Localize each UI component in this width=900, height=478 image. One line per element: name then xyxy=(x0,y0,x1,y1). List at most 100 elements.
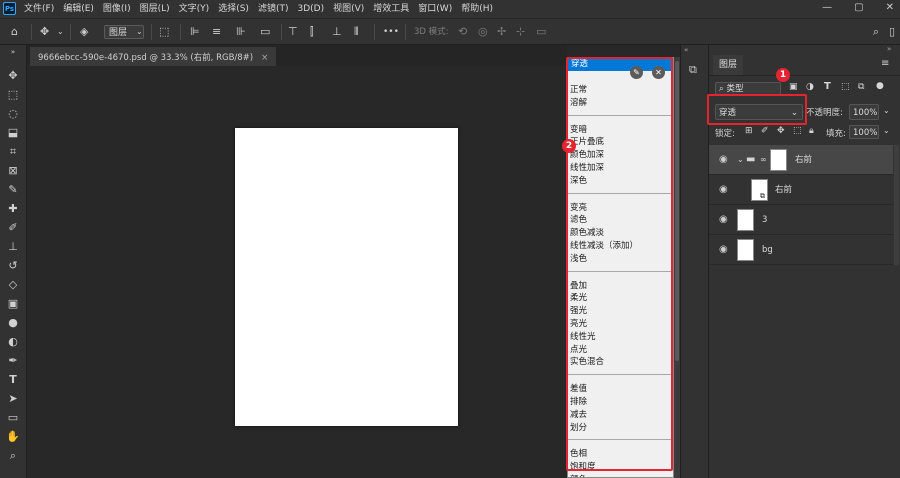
panel-menu-icon[interactable]: ≡ xyxy=(881,58,889,69)
visibility-eye-icon[interactable]: ◉ xyxy=(719,235,728,265)
pan-3d-icon[interactable]: ✢ xyxy=(497,19,506,45)
align-right-icon[interactable]: ⊪ xyxy=(236,19,246,45)
history-brush-tool-icon[interactable]: ↺ xyxy=(4,257,22,274)
close-window-button[interactable]: ✕ xyxy=(886,0,894,16)
menu-help[interactable]: 帮助(H) xyxy=(461,0,493,18)
chevron-down-icon[interactable]: ⌄ xyxy=(883,126,890,135)
menu-view[interactable]: 视图(V) xyxy=(333,0,364,18)
collapse-icon[interactable]: « xyxy=(684,46,688,54)
opacity-input[interactable]: 100% xyxy=(849,104,879,120)
collapse-icon[interactable]: » xyxy=(887,45,891,53)
more-options-icon[interactable]: ••• xyxy=(383,19,399,45)
brush-tool-icon[interactable]: ✐ xyxy=(4,219,22,236)
filter-type-icon[interactable]: T xyxy=(824,81,831,92)
document-tab[interactable]: 9666ebcc-590e-4670.psd @ 33.3% (右前, RGB/… xyxy=(30,47,277,66)
visibility-eye-icon[interactable]: ◉ xyxy=(719,205,728,235)
filter-smart-object-icon[interactable]: ⧉ xyxy=(858,82,864,92)
slide-3d-icon[interactable]: ⊹ xyxy=(516,19,525,45)
divider xyxy=(31,24,32,40)
menu-plugins[interactable]: 增效工具 xyxy=(373,0,409,18)
lock-image-icon[interactable]: ✐ xyxy=(761,126,769,136)
tab-layers[interactable]: 图层 xyxy=(713,55,744,75)
lock-artboard-icon[interactable]: ⬚ xyxy=(793,126,802,136)
document-canvas[interactable] xyxy=(235,128,458,426)
visibility-eye-icon[interactable]: ◉ xyxy=(719,145,728,175)
lasso-tool-icon[interactable]: ◌ xyxy=(4,105,22,122)
lock-position-icon[interactable]: ✥ xyxy=(777,126,785,136)
type-tool-icon[interactable]: T xyxy=(4,371,22,388)
menu-3d[interactable]: 3D(D) xyxy=(297,0,324,18)
crop-tool-icon[interactable]: ⌗ xyxy=(4,143,22,160)
minimize-button[interactable]: — xyxy=(822,0,832,16)
layer-mask-thumbnail xyxy=(770,149,787,171)
menu-filter[interactable]: 滤镜(T) xyxy=(258,0,289,18)
orbit-3d-icon[interactable]: ⟲ xyxy=(458,19,467,45)
layer-row-group[interactable]: ◉ ⌄ ▬ ∞ 右前 xyxy=(709,145,893,175)
lock-all-icon[interactable]: 🔒︎ xyxy=(809,126,814,136)
transform-controls-icon[interactable]: ⬚ xyxy=(159,19,169,45)
link-icon: ∞ xyxy=(760,155,767,164)
filter-adjustment-icon[interactable]: ◑ xyxy=(806,82,814,92)
blur-tool-icon[interactable]: ● xyxy=(4,314,22,331)
visibility-eye-icon[interactable]: ◉ xyxy=(719,175,728,205)
eyedropper-tool-icon[interactable]: ✎ xyxy=(4,181,22,198)
divider xyxy=(405,24,406,40)
collapse-icon[interactable]: » xyxy=(4,48,22,56)
gradient-tool-icon[interactable]: ▣ xyxy=(4,295,22,312)
dodge-tool-icon[interactable]: ◐ xyxy=(4,333,22,350)
marquee-tool-icon[interactable]: ⬚ xyxy=(4,86,22,103)
search-icon[interactable]: ⌕ xyxy=(873,19,879,45)
auto-select-icon[interactable]: ◈ xyxy=(80,19,88,45)
menu-layer[interactable]: 图层(L) xyxy=(140,0,170,18)
blend-option[interactable]: 颜色 xyxy=(570,474,587,477)
path-select-tool-icon[interactable]: ➤ xyxy=(4,390,22,407)
chevron-down-icon[interactable]: ⌄ xyxy=(883,106,890,115)
fill-input[interactable]: 100% xyxy=(849,125,879,139)
rectangle-tool-icon[interactable]: ▭ xyxy=(4,409,22,426)
menu-window[interactable]: 窗口(W) xyxy=(418,0,452,18)
move-tool-icon[interactable]: ✥ xyxy=(40,19,49,45)
align-top-icon[interactable]: ⊤ xyxy=(288,19,298,45)
chevron-down-icon[interactable]: ⌄ xyxy=(57,19,64,45)
filter-shape-icon[interactable]: ⬚ xyxy=(841,82,850,92)
collapsed-panel-dock: « ⧉ xyxy=(680,45,708,478)
lock-transparency-icon[interactable]: ⊞ xyxy=(745,126,753,136)
roll-3d-icon[interactable]: ◎ xyxy=(478,19,488,45)
close-tab-icon[interactable]: × xyxy=(261,53,268,63)
chevron-down-icon[interactable]: ⌄ xyxy=(737,145,744,175)
layer-row-3[interactable]: ◉ 3 xyxy=(709,205,893,235)
properties-panel-icon[interactable]: ⧉ xyxy=(689,63,697,77)
smart-object-icon: ⧉ xyxy=(760,192,765,200)
hand-tool-icon[interactable]: ✋ xyxy=(4,428,22,445)
workspace-icon[interactable]: ▯ xyxy=(889,19,895,45)
distribute-icon[interactable]: ⫴ xyxy=(354,19,359,45)
align-middle-icon[interactable]: ⫿ xyxy=(310,19,314,45)
eraser-tool-icon[interactable]: ◇ xyxy=(4,276,22,293)
menu-select[interactable]: 选择(S) xyxy=(218,0,249,18)
align-bottom-icon[interactable]: ⊥ xyxy=(332,19,342,45)
align-center-h-icon[interactable]: ≡ xyxy=(212,19,221,45)
menu-file[interactable]: 文件(F) xyxy=(24,0,54,18)
object-select-tool-icon[interactable]: ⬓ xyxy=(4,124,22,141)
align-horizontal-icon[interactable]: ▭ xyxy=(260,19,270,45)
menu-image[interactable]: 图像(I) xyxy=(103,0,131,18)
menu-type[interactable]: 文字(Y) xyxy=(179,0,210,18)
frame-tool-icon[interactable]: ⊠ xyxy=(4,162,22,179)
scale-3d-icon[interactable]: ▭ xyxy=(536,19,546,45)
layers-scrollbar[interactable] xyxy=(894,145,899,265)
scrollbar-thumb[interactable] xyxy=(675,61,679,361)
healing-brush-tool-icon[interactable]: ✚ xyxy=(4,200,22,217)
filter-pixel-icon[interactable]: ▣ xyxy=(789,82,798,92)
maximize-button[interactable]: ▢ xyxy=(854,0,863,16)
layer-row-smart-object[interactable]: ◉ ⧉ 右前 xyxy=(709,175,893,205)
layer-row-bg[interactable]: ◉ bg xyxy=(709,235,893,265)
menu-edit[interactable]: 编辑(E) xyxy=(63,0,94,18)
align-left-icon[interactable]: ⊫ xyxy=(190,19,200,45)
move-tool-icon[interactable]: ✥ xyxy=(4,67,22,84)
stamp-tool-icon[interactable]: ⊥ xyxy=(4,238,22,255)
pen-tool-icon[interactable]: ✒ xyxy=(4,352,22,369)
lock-label: 锁定: xyxy=(715,129,735,139)
home-icon[interactable]: ⌂ xyxy=(11,19,18,45)
zoom-tool-icon[interactable]: ⌕ xyxy=(4,447,22,464)
filter-toggle-icon[interactable]: ● xyxy=(876,81,884,91)
